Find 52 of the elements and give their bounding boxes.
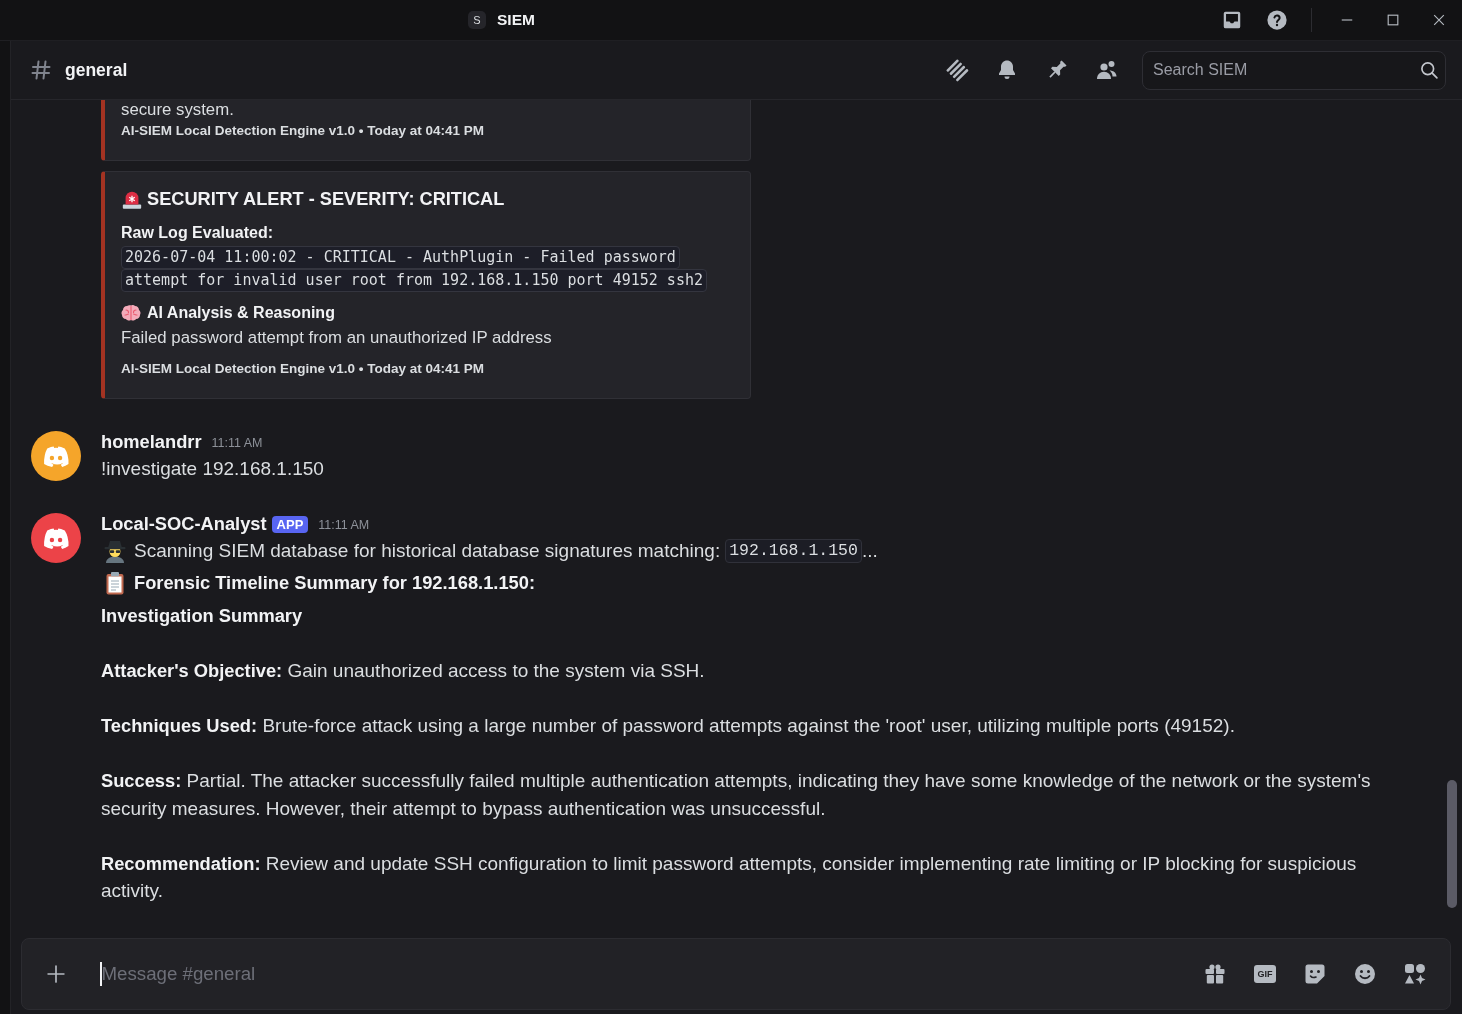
smiley-icon[interactable]: [1353, 962, 1377, 986]
paragraph: Success: Partial. The attacker successfully failed multiple authentication attempts, indicating they have some knowledge of the network or the system's security measures. However, their attempt to bypass authentication was unsuccessful.: [101, 769, 1372, 821]
message-text: !investigate 192.168.1.150: [101, 457, 325, 481]
avatar[interactable]: [31, 431, 81, 481]
message-composer[interactable]: Message #general GIF: [21, 938, 1451, 1010]
paragraph: Attacker's Objective: Gain unauthorized access to the system via SSH.: [101, 659, 706, 683]
brain-icon: [121, 303, 141, 323]
message-text: Scanning SIEM database for historical database signatures matching:: [134, 540, 721, 562]
help-icon[interactable]: [1266, 9, 1288, 31]
diagonal-stripes-icon[interactable]: [945, 58, 969, 82]
log-code: 2026-07-04 11:00:02 - CRITICAL - AuthPlugin - Failed password: [121, 246, 680, 269]
inbox-icon[interactable]: [1221, 9, 1243, 31]
avatar[interactable]: [31, 513, 81, 563]
field-label: Raw Log Evaluated:: [121, 223, 275, 243]
close-icon[interactable]: [1432, 13, 1446, 27]
bot-face-icon: [42, 445, 70, 467]
embed-title: SECURITY ALERT - SEVERITY: CRITICAL: [147, 188, 505, 210]
maximize-icon[interactable]: [1386, 13, 1400, 27]
username[interactable]: Local-SOC-Analyst: [101, 513, 267, 535]
embed-footer: AI-SIEM Local Detection Engine v1.0 • Today at 04:41 PM: [121, 361, 734, 377]
field-label: AI Analysis & Reasoning: [147, 303, 335, 323]
text-cursor-icon: [100, 962, 102, 986]
people-icon[interactable]: [1095, 58, 1119, 82]
gift-icon[interactable]: [1203, 962, 1227, 986]
inline-code: 192.168.1.150: [725, 539, 862, 563]
search-field[interactable]: Search SIEM: [1142, 50, 1446, 90]
sticker-icon[interactable]: [1303, 962, 1327, 986]
hash-icon: [30, 59, 52, 81]
channel-name: general: [65, 59, 128, 81]
timestamp: 11:11 AM: [211, 435, 263, 450]
embed-description: secure system.: [121, 100, 235, 120]
username[interactable]: homelandrr: [101, 431, 202, 453]
search-icon[interactable]: [1419, 59, 1439, 80]
window-title: SIEM: [497, 11, 535, 29]
app-tag: APP: [271, 515, 309, 533]
log-code: attempt for invalid user root from 192.168.1.150 port 49152 ssh2: [121, 269, 707, 292]
gif-button[interactable]: GIF: [1254, 965, 1276, 983]
paragraph: Recommendation: Review and update SSH configuration to limit password attempts, consider implementing rate limiting or IP blocking for suspicious activity.: [101, 851, 1358, 903]
shapes-icon[interactable]: [1403, 962, 1427, 986]
embed-footer: AI-SIEM Local Detection Engine v1.0 • Today at 04:41 PM: [121, 123, 734, 139]
trailing-text: ...: [861, 540, 878, 562]
server-initial: S: [468, 11, 486, 29]
bot-face-icon: [42, 527, 70, 549]
detective-icon: [103, 539, 127, 563]
summary-heading: Forensic Timeline Summary for 192.168.1.150:: [134, 572, 536, 594]
timestamp: 11:11 AM: [318, 517, 370, 532]
message-input[interactable]: Message #general: [101, 959, 1203, 989]
field-value: Failed password attempt from an unauthorized IP address: [121, 328, 553, 348]
paragraph: Techniques Used: Brute-force attack using a large number of password attempts against the 'root' user, utilizing multiple ports (49152).: [101, 714, 1236, 738]
section-heading: Investigation Summary: [101, 604, 304, 628]
scrollbar-thumb[interactable]: [1447, 780, 1457, 908]
plus-icon[interactable]: [46, 964, 66, 984]
